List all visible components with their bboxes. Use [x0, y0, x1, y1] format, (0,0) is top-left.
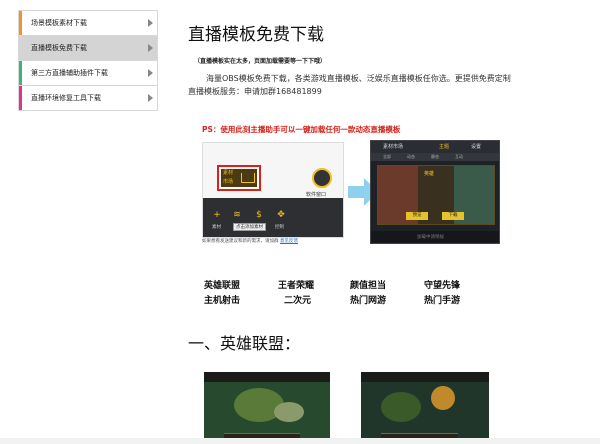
- ps-note: PS：使用此刻主播助手可以一键加载任何一款动态直播模板: [202, 125, 401, 134]
- sidebar-item-plugins[interactable]: 第三方直播辅助插件下载: [19, 61, 157, 86]
- window-footer-text: 加载中请稍候: [417, 235, 444, 240]
- game-link-yanzhi[interactable]: 颜值担当: [350, 278, 386, 291]
- layers-icon: ≋: [233, 210, 241, 220]
- category-tab: 静态: [431, 154, 439, 159]
- category-tab: 全部: [383, 154, 391, 159]
- window-tab-settings: 设置: [471, 144, 482, 150]
- game-link-shooter[interactable]: 主机射击: [204, 293, 240, 306]
- tool-label: 素材: [212, 225, 221, 230]
- loading-note: （直播模板实在太多，页面加载需要等一下下哦）: [194, 58, 327, 65]
- category-tab: 动态: [407, 154, 415, 159]
- chevron-right-icon: [148, 69, 153, 77]
- chevron-right-icon: [148, 94, 153, 102]
- window-icon: [312, 168, 332, 188]
- game-link-overwatch[interactable]: 守望先锋: [424, 278, 460, 291]
- coin-icon: $: [256, 210, 262, 220]
- software-window-label: 软件窗口: [306, 192, 327, 198]
- move-icon: ✥: [277, 210, 285, 220]
- add-material-tooltip: 点击添加素材: [233, 223, 266, 231]
- sidebar-accent-bar: [19, 61, 22, 85]
- tool-label: 控制: [275, 225, 284, 230]
- template-thumbnail[interactable]: [204, 372, 330, 444]
- main-content: 直播模板免费下载 （直播模板实在太多，页面加载需要等一下下哦） 海量OBS模板免…: [188, 0, 600, 444]
- add-icon: +: [213, 210, 221, 220]
- category-tab: 互动: [455, 154, 463, 159]
- thumbnail-art: [431, 386, 455, 410]
- thumbnail-art: [274, 402, 304, 422]
- sidebar-item-live-templates[interactable]: 直播模板免费下载: [19, 36, 157, 61]
- window-title: 素材市场: [383, 144, 404, 150]
- window-footer: 加载中请稍候: [371, 231, 499, 243]
- sidebar-accent-bar: [19, 11, 22, 35]
- section-title: 一、英雄联盟：: [188, 334, 301, 353]
- demo-illustration: 素材 市场 软件窗口 + ≋ $ ✥ 素材 控制 点击添加素材 如果想看发送建议…: [202, 138, 502, 250]
- preview-button: 预览: [406, 212, 428, 220]
- chevron-right-icon: [148, 44, 153, 52]
- page-bottom-strip: [0, 438, 600, 444]
- feedback-hint-text: 如果想看发送建议和新的需求，请加群: [202, 239, 279, 244]
- sidebar-item-label: 场景模板素材下载: [31, 19, 87, 27]
- template-thumbnail[interactable]: [361, 372, 489, 444]
- app-panel: 素材 市场 软件窗口 + ≋ $ ✥ 素材 控制 点击添加素材: [202, 142, 344, 238]
- arrow-right-icon: [348, 186, 364, 198]
- sidebar-item-repair-tools[interactable]: 直播环境修复工具下载: [19, 86, 157, 111]
- game-link-online[interactable]: 热门网游: [350, 293, 386, 306]
- game-link-wzry[interactable]: 王者荣耀: [278, 278, 314, 291]
- thumbnail-art: [381, 392, 421, 422]
- material-market-window: 素材市场 主题 设置 全部 动态 静态 互动 英雄 预览 下载 加载中请稍候: [370, 140, 500, 244]
- feedback-link[interactable]: 意见反馈: [280, 239, 298, 244]
- sidebar: 场景模板素材下载 直播模板免费下载 第三方直播辅助插件下载 直播环境修复工具下载: [18, 10, 158, 111]
- chevron-right-icon: [148, 19, 153, 27]
- feedback-hint: 如果想看发送建议和新的需求，请加群 意见反馈: [202, 238, 342, 244]
- intro-paragraph: 海量OBS模板免费下载，各类游戏直播模板、泛娱乐直播模板任你选。更提供免费定制直…: [188, 74, 511, 96]
- sidebar-accent-bar: [19, 86, 22, 110]
- game-link-anime[interactable]: 二次元: [284, 293, 311, 306]
- download-button: 下载: [442, 212, 464, 220]
- sidebar-item-label: 直播环境修复工具下载: [31, 94, 101, 102]
- window-tab-theme: 主题: [439, 144, 450, 150]
- window-category-tabs: 全部 动态 静态 互动: [371, 153, 499, 161]
- material-market-button: 素材 市场: [217, 165, 261, 191]
- cart-icon: [241, 173, 255, 183]
- sidebar-accent-bar: [19, 36, 22, 60]
- sidebar-item-scene-templates[interactable]: 场景模板素材下载: [19, 11, 157, 36]
- sidebar-item-label: 第三方直播辅助插件下载: [31, 69, 108, 77]
- material-market-tile: 素材 市场: [221, 169, 257, 187]
- thumbnail-hud: [204, 372, 330, 382]
- window-header: 素材市场 主题 设置: [371, 141, 499, 153]
- game-link-mobile[interactable]: 热门手游: [424, 293, 460, 306]
- sidebar-item-label: 直播模板免费下载: [31, 44, 87, 52]
- template-title: 英雄: [424, 171, 435, 177]
- app-panel-toolbar: [203, 198, 343, 237]
- thumbnail-hud: [361, 372, 489, 382]
- page-title: 直播模板免费下载: [188, 25, 324, 45]
- template-preview: 英雄 预览 下载: [377, 165, 495, 225]
- game-link-lol[interactable]: 英雄联盟: [204, 278, 240, 291]
